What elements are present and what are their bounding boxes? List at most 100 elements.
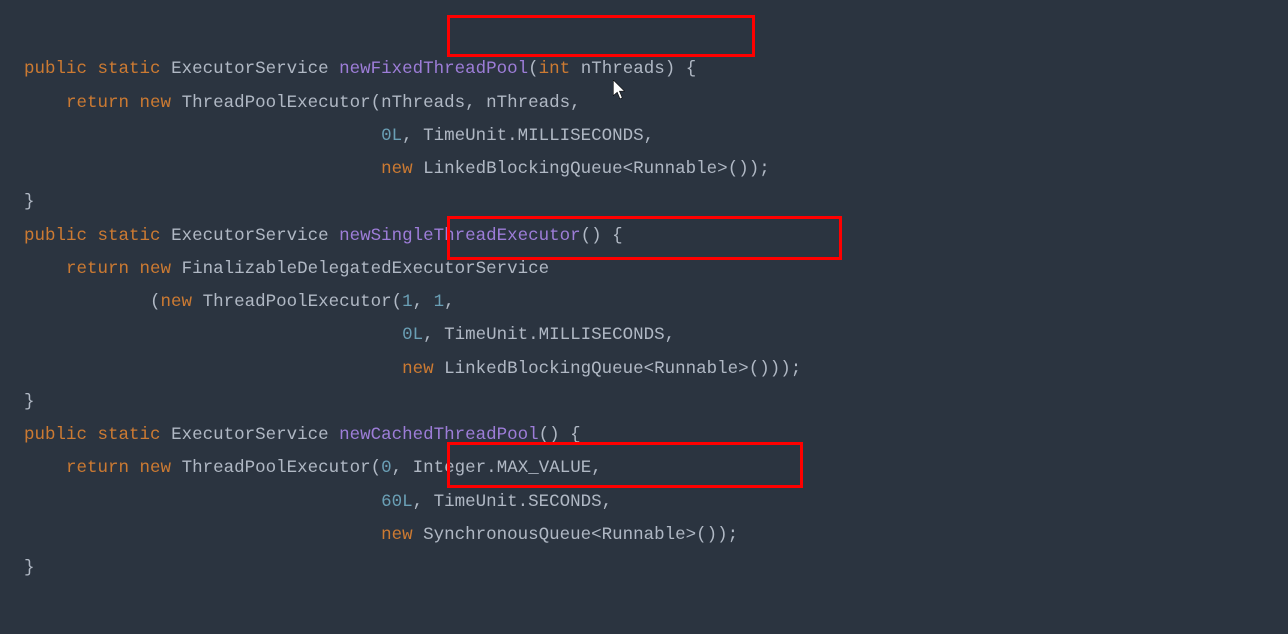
code-line: 0L, TimeUnit.MILLISECONDS,: [24, 126, 654, 146]
code-line: }: [24, 392, 35, 412]
type-synchronousqueue: SynchronousQueue: [423, 525, 591, 545]
code-line: }: [24, 192, 35, 212]
literal-0L: 0L: [402, 325, 423, 345]
keyword-new: new: [140, 259, 172, 279]
code-line: new LinkedBlockingQueue<Runnable>());: [24, 159, 770, 179]
code-line: public static ExecutorService newSingleT…: [24, 226, 623, 246]
paren-close-semi: ()));: [749, 359, 802, 379]
type-runnable: Runnable: [633, 159, 717, 179]
comma: ,: [591, 458, 602, 478]
keyword-public: public: [24, 425, 87, 445]
brace-close: }: [24, 558, 35, 578]
method-newcachedthreadpool: newCachedThreadPool: [339, 425, 539, 445]
code-line: }: [24, 558, 35, 578]
keyword-return: return: [66, 93, 129, 113]
keyword-public: public: [24, 59, 87, 79]
keyword-new: new: [140, 458, 172, 478]
comma: ,: [444, 292, 455, 312]
type-timeunit: TimeUnit: [444, 325, 528, 345]
paren-brace: () {: [581, 226, 623, 246]
type-threadpoolexecutor: ThreadPoolExecutor: [203, 292, 392, 312]
type-timeunit: TimeUnit: [434, 492, 518, 512]
paren-open: (: [528, 59, 539, 79]
comma: ,: [402, 126, 423, 146]
type-threadpoolexecutor: ThreadPoolExecutor: [182, 458, 371, 478]
arg-nthreads: nThreads: [486, 93, 570, 113]
type-runnable: Runnable: [602, 525, 686, 545]
literal-0L: 0L: [381, 126, 402, 146]
angle-close: >: [717, 159, 728, 179]
enum-milliseconds: MILLISECONDS: [539, 325, 665, 345]
dot: .: [528, 325, 539, 345]
paren-close-brace-open: ) {: [665, 59, 697, 79]
angle-close: >: [738, 359, 749, 379]
paren-open: (: [392, 292, 403, 312]
keyword-new: new: [402, 359, 434, 379]
brace-close: }: [24, 392, 35, 412]
keyword-int: int: [539, 59, 571, 79]
type-timeunit: TimeUnit: [423, 126, 507, 146]
keyword-return: return: [66, 458, 129, 478]
code-line: 60L, TimeUnit.SECONDS,: [24, 492, 612, 512]
angle-open: <: [623, 159, 634, 179]
code-line: public static ExecutorService newFixedTh…: [24, 59, 696, 79]
literal-1: 1: [434, 292, 445, 312]
dot: .: [486, 458, 497, 478]
method-newsinglethreadexecutor: newSingleThreadExecutor: [339, 226, 581, 246]
brace-close: }: [24, 192, 35, 212]
comma: ,: [665, 325, 676, 345]
paren-brace: () {: [539, 425, 581, 445]
keyword-new: new: [381, 159, 413, 179]
paren-open: (: [150, 292, 161, 312]
keyword-new: new: [381, 525, 413, 545]
comma: ,: [644, 126, 655, 146]
paren-close-semi: ());: [728, 159, 770, 179]
code-line: new LinkedBlockingQueue<Runnable>()));: [24, 359, 801, 379]
arg-nthreads: nThreads: [381, 93, 465, 113]
enum-milliseconds: MILLISECONDS: [518, 126, 644, 146]
type-runnable: Runnable: [654, 359, 738, 379]
paren-open: (: [371, 458, 382, 478]
code-line: new SynchronousQueue<Runnable>());: [24, 525, 738, 545]
comma: ,: [465, 93, 486, 113]
enum-seconds: SECONDS: [528, 492, 602, 512]
keyword-return: return: [66, 259, 129, 279]
comma: ,: [602, 492, 613, 512]
keyword-static: static: [98, 59, 161, 79]
keyword-new: new: [161, 292, 193, 312]
type-executorservice: ExecutorService: [171, 59, 329, 79]
comma: ,: [423, 325, 444, 345]
literal-1: 1: [402, 292, 413, 312]
angle-open: <: [644, 359, 655, 379]
type-linkedblockingqueue: LinkedBlockingQueue: [423, 159, 623, 179]
angle-open: <: [591, 525, 602, 545]
param-nthreads: nThreads: [581, 59, 665, 79]
keyword-new: new: [140, 93, 172, 113]
code-editor-viewport[interactable]: public static ExecutorService newFixedTh…: [24, 20, 1264, 585]
dot: .: [507, 126, 518, 146]
code-line: 0L, TimeUnit.MILLISECONDS,: [24, 325, 675, 345]
code-line: public static ExecutorService newCachedT…: [24, 425, 581, 445]
type-integer: Integer: [413, 458, 487, 478]
keyword-static: static: [98, 226, 161, 246]
comma: ,: [413, 292, 434, 312]
type-executorservice: ExecutorService: [171, 226, 329, 246]
code-line: return new ThreadPoolExecutor(0, Integer…: [24, 458, 602, 478]
type-threadpoolexecutor: ThreadPoolExecutor: [182, 93, 371, 113]
code-line: return new ThreadPoolExecutor(nThreads, …: [24, 93, 581, 113]
paren-open: (: [371, 93, 382, 113]
code-line: return new FinalizableDelegatedExecutorS…: [24, 259, 549, 279]
dot: .: [518, 492, 529, 512]
comma: ,: [570, 93, 581, 113]
angle-close: >: [686, 525, 697, 545]
method-newfixedthreadpool: newFixedThreadPool: [339, 59, 528, 79]
code-line: (new ThreadPoolExecutor(1, 1,: [24, 292, 455, 312]
literal-0: 0: [381, 458, 392, 478]
literal-60L: 60L: [381, 492, 413, 512]
type-finalizabledelegatedexecutorservice: FinalizableDelegatedExecutorService: [182, 259, 550, 279]
keyword-static: static: [98, 425, 161, 445]
comma: ,: [413, 492, 434, 512]
constant-maxvalue: MAX_VALUE: [497, 458, 592, 478]
paren-close-semi: ());: [696, 525, 738, 545]
keyword-public: public: [24, 226, 87, 246]
